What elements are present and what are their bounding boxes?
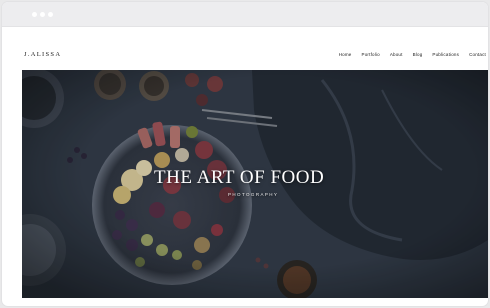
nav-portfolio[interactable]: Portfolio — [362, 52, 380, 57]
nav-contact[interactable]: Contact — [469, 52, 486, 57]
window-minimize-dot[interactable] — [40, 12, 45, 17]
nav-blog[interactable]: Blog — [413, 52, 423, 57]
window-titlebar — [2, 2, 488, 27]
nav-publications[interactable]: Publications — [432, 52, 459, 57]
browser-window: J.ALISSA Home Portfolio About Blog Publi… — [2, 2, 488, 306]
site-header: J.ALISSA Home Portfolio About Blog Publi… — [2, 27, 488, 70]
hero-title: THE ART OF FOOD — [154, 167, 325, 188]
nav-about[interactable]: About — [390, 52, 403, 57]
hero-subtitle: PHOTOGRAPHY — [228, 192, 279, 197]
nav-home[interactable]: Home — [339, 52, 352, 57]
site-logo[interactable]: J.ALISSA — [24, 51, 61, 58]
window-close-dot[interactable] — [32, 12, 37, 17]
main-nav: Home Portfolio About Blog Publications C… — [339, 52, 486, 57]
hero-banner: THE ART OF FOOD PHOTOGRAPHY — [22, 70, 488, 298]
window-maximize-dot[interactable] — [48, 12, 53, 17]
